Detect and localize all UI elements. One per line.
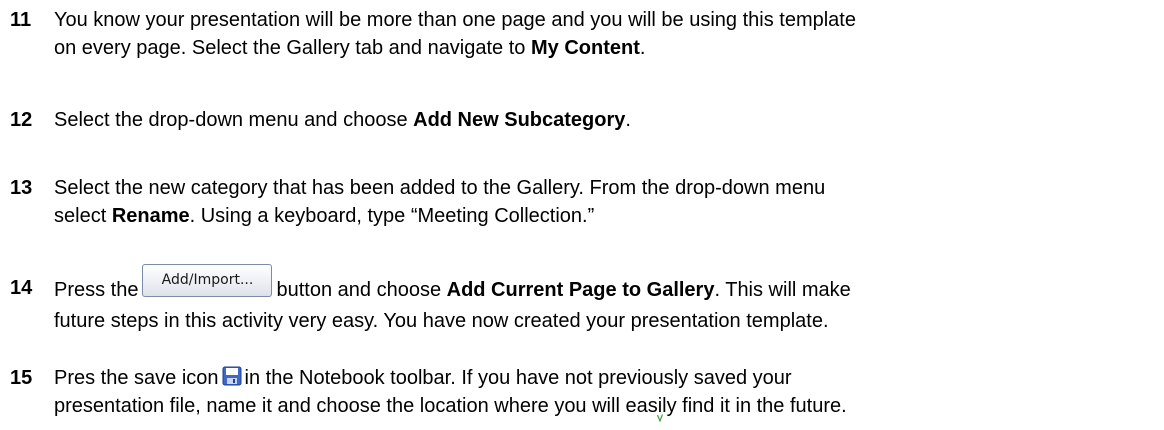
emphasis: Rename xyxy=(111,205,190,227)
step-number: 11 xyxy=(10,9,32,31)
emphasis: Add Current Page to Gallery xyxy=(446,278,715,301)
step-number: 12 xyxy=(10,109,33,131)
step-text: Pres the save icon in the Notebook toolb… xyxy=(54,364,1154,420)
emphasis: My Content xyxy=(530,37,640,59)
step-line: Press the Add/Import... button and choose … xyxy=(54,264,1154,307)
cursor-mark xyxy=(657,414,663,422)
add-import-button[interactable]: Add/Import... xyxy=(142,264,273,297)
step-line: Select the drop-down menu and choose Add… xyxy=(54,109,631,131)
step-line: future steps in this activity very easy.… xyxy=(54,310,829,332)
emphasis: Add New Subcategory xyxy=(413,109,626,131)
save-icon xyxy=(222,366,242,386)
step-number: 15 xyxy=(10,367,33,389)
step-text: Select the drop-down menu and choose Add… xyxy=(54,106,1154,134)
step-line: presentation file, name it and choose th… xyxy=(54,395,847,417)
step-line: Pres the save icon in the Notebook toolb… xyxy=(54,366,792,389)
step-text: You know your presentation will be more … xyxy=(54,6,1154,62)
step-number: 13 xyxy=(10,177,33,199)
step-line: Select the new category that has been ad… xyxy=(54,177,826,199)
step-text: Press the Add/Import... button and choose … xyxy=(54,264,1154,335)
step-line: You know your presentation will be more … xyxy=(54,9,856,31)
step-number: 14 xyxy=(10,277,33,299)
step-line: select Rename. Using a keyboard, type “M… xyxy=(54,205,595,227)
step-line: on every page. Select the Gallery tab an… xyxy=(54,37,646,59)
step-text: Select the new category that has been ad… xyxy=(54,174,1154,230)
